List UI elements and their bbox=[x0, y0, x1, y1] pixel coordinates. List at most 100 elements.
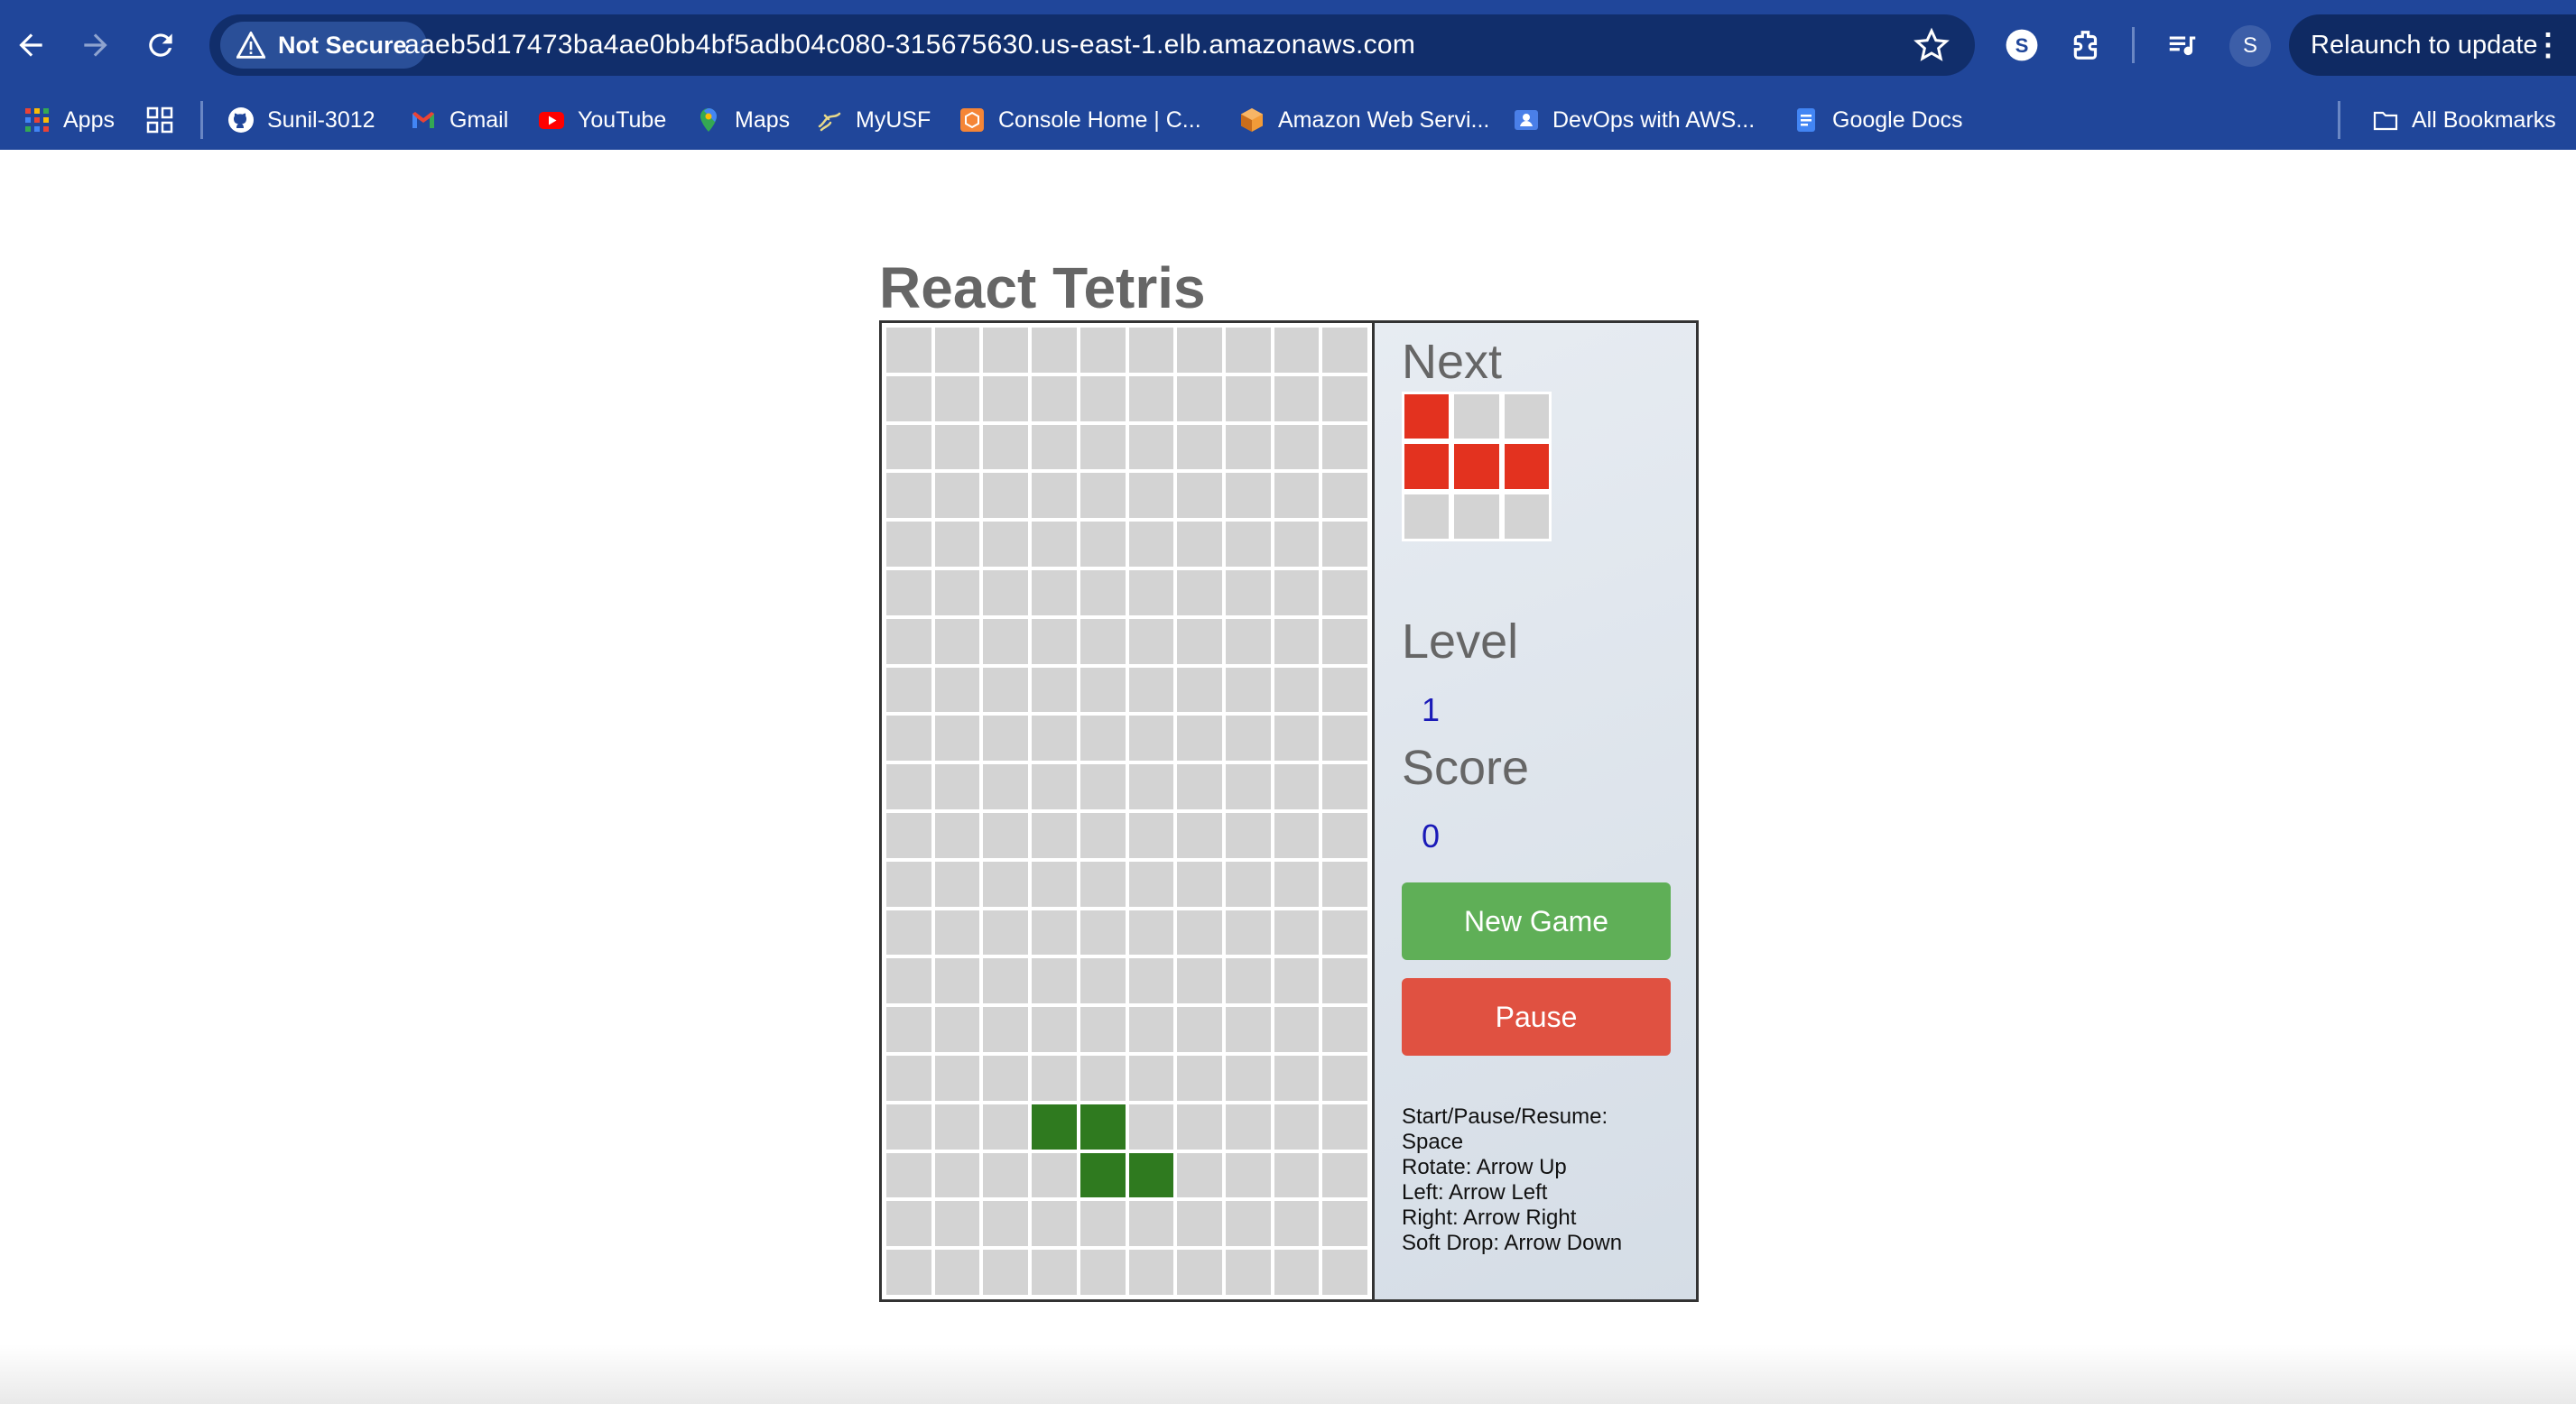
board-cell bbox=[1223, 1248, 1273, 1297]
board-cell bbox=[1320, 1053, 1369, 1103]
more-menu-icon[interactable]: ⋮ bbox=[2533, 14, 2563, 76]
extension-s-icon[interactable]: S bbox=[2000, 23, 2043, 67]
classroom-icon bbox=[1515, 110, 1538, 130]
board-cell bbox=[1272, 520, 1321, 568]
pause-button[interactable]: Pause bbox=[1402, 978, 1671, 1056]
side-panel: Next Level 1 Score 0 New Game Pause Star… bbox=[1375, 323, 1696, 1299]
extensions-puzzle-icon[interactable] bbox=[2065, 23, 2108, 67]
board-cell bbox=[1272, 1005, 1321, 1054]
board-cell bbox=[1320, 471, 1369, 521]
board-cell bbox=[1320, 616, 1369, 666]
bookmark-star-icon[interactable] bbox=[1913, 27, 1950, 63]
board-cell bbox=[885, 1150, 933, 1200]
board-cell bbox=[885, 568, 933, 617]
board-cell bbox=[1126, 1248, 1176, 1297]
board-cell bbox=[981, 665, 1031, 715]
board-cell bbox=[885, 859, 933, 909]
board-cell bbox=[1078, 762, 1127, 811]
board-cell bbox=[1223, 810, 1273, 860]
controls-line: Start/Pause/Resume: bbox=[1402, 1104, 1608, 1129]
controls-help: Start/Pause/Resume: Space Rotate: Arrow … bbox=[1402, 1104, 1682, 1256]
board-cell bbox=[1030, 568, 1079, 617]
bookmark-devops[interactable]: DevOps with AWS... bbox=[1513, 99, 1755, 141]
board-cell bbox=[1078, 471, 1127, 521]
board-cell bbox=[1175, 422, 1224, 472]
next-empty-cell bbox=[1501, 392, 1552, 442]
board-cell bbox=[1030, 1005, 1079, 1054]
bookmark-label: MyUSF bbox=[856, 106, 931, 133]
board-cell bbox=[1126, 810, 1176, 860]
board-cell bbox=[1126, 1102, 1176, 1151]
board-cell bbox=[981, 422, 1031, 472]
all-bookmarks-button[interactable]: All Bookmarks bbox=[2372, 99, 2556, 141]
board-cell bbox=[981, 1248, 1031, 1297]
back-button[interactable] bbox=[2, 16, 60, 74]
forward-button[interactable] bbox=[67, 16, 125, 74]
profile-avatar[interactable]: S bbox=[2229, 25, 2271, 67]
bookmarks-divider bbox=[200, 101, 203, 139]
board-cell bbox=[1030, 762, 1079, 811]
bookmark-github[interactable]: Sunil-3012 bbox=[227, 99, 375, 141]
bookmark-label: Apps bbox=[63, 106, 115, 133]
board-cell bbox=[1078, 520, 1127, 568]
board-cell bbox=[1078, 859, 1127, 909]
board-cell bbox=[932, 616, 982, 666]
board-cell bbox=[1320, 859, 1369, 909]
board-cell bbox=[932, 568, 982, 617]
bookmark-google-docs[interactable]: Google Docs bbox=[1793, 99, 1963, 141]
board-cell bbox=[1126, 520, 1176, 568]
board-cell bbox=[1078, 665, 1127, 715]
board-cell bbox=[981, 616, 1031, 666]
next-empty-cell bbox=[1402, 491, 1452, 541]
board-cell bbox=[1030, 956, 1079, 1006]
bookmarks-divider bbox=[2338, 101, 2340, 139]
board-cell bbox=[1223, 1005, 1273, 1054]
bookmark-console-home[interactable]: Console Home | C... bbox=[959, 99, 1201, 141]
tab-groups-button[interactable] bbox=[146, 99, 186, 141]
bookmark-label: Gmail bbox=[449, 106, 509, 133]
bookmark-label: Maps bbox=[735, 106, 791, 133]
board-cell bbox=[1126, 714, 1176, 763]
board-cell bbox=[1030, 908, 1079, 957]
bookmark-gmail[interactable]: Gmail bbox=[410, 99, 508, 141]
board-cell bbox=[1320, 1248, 1369, 1297]
next-piece-cell bbox=[1451, 441, 1502, 492]
board-cell bbox=[932, 762, 982, 811]
page-bottom-shadow bbox=[0, 1344, 2576, 1404]
github-icon bbox=[228, 107, 254, 133]
board-cell bbox=[885, 326, 933, 374]
bookmark-myusf[interactable]: MyUSF bbox=[816, 99, 931, 141]
board-cell bbox=[981, 1150, 1031, 1200]
board-cell bbox=[1175, 1053, 1224, 1103]
bookmark-aws[interactable]: Amazon Web Servi... bbox=[1238, 99, 1489, 141]
docs-icon bbox=[1797, 108, 1815, 132]
bookmark-youtube[interactable]: YouTube bbox=[538, 99, 666, 141]
board-cell bbox=[885, 1005, 933, 1054]
board-cell bbox=[1320, 956, 1369, 1006]
bookmark-apps[interactable]: Apps bbox=[23, 99, 115, 141]
url-text[interactable]: aaeb5d17473ba4ae0bb4bf5adb04c080-3156756… bbox=[404, 14, 1415, 76]
security-chip[interactable]: Not Secure bbox=[220, 22, 427, 69]
address-bar[interactable]: Not Secure aaeb5d17473ba4ae0bb4bf5adb04c… bbox=[209, 14, 1975, 76]
media-queue-icon[interactable] bbox=[2161, 23, 2204, 67]
board-cell bbox=[885, 1248, 933, 1297]
reload-button[interactable] bbox=[132, 16, 190, 74]
board-cell bbox=[1030, 422, 1079, 472]
board-cell bbox=[1078, 1199, 1127, 1249]
board-cell bbox=[981, 1102, 1031, 1151]
security-label: Not Secure bbox=[278, 32, 407, 59]
board-cell bbox=[885, 471, 933, 521]
board-cell bbox=[1030, 471, 1079, 521]
board-cell bbox=[1175, 859, 1224, 909]
game-board[interactable] bbox=[882, 323, 1375, 1299]
board-cell bbox=[932, 1150, 982, 1200]
page-title: React Tetris bbox=[879, 255, 1206, 320]
relaunch-button[interactable]: Relaunch to update ⋮ bbox=[2289, 14, 2576, 76]
board-cell bbox=[1320, 1102, 1369, 1151]
board-cell bbox=[1078, 616, 1127, 666]
board-cell bbox=[981, 810, 1031, 860]
board-cell bbox=[932, 665, 982, 715]
board-cell bbox=[1272, 810, 1321, 860]
new-game-button[interactable]: New Game bbox=[1402, 882, 1671, 960]
bookmark-maps[interactable]: Maps bbox=[695, 99, 790, 141]
